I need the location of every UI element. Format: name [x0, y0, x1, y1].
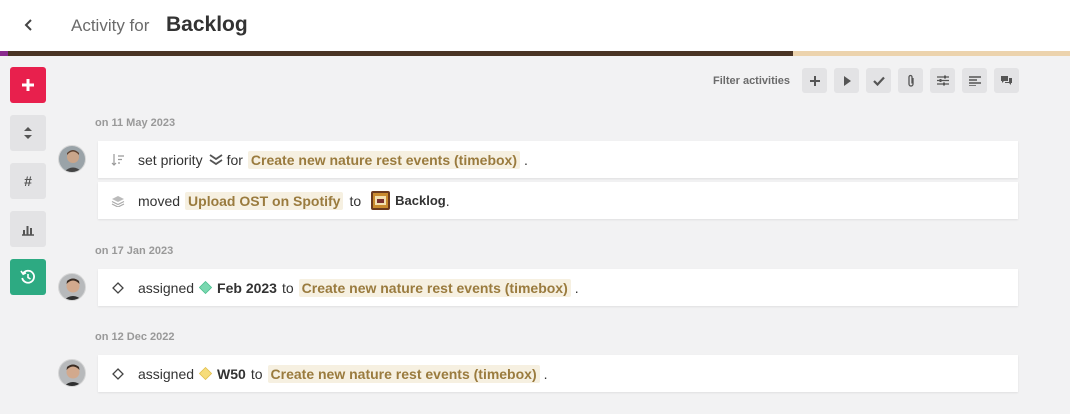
green-diamond-icon	[199, 281, 213, 294]
filter-description-button[interactable]	[962, 68, 987, 93]
history-icon	[20, 269, 35, 284]
activity-entry: assigned W50 to Create new nature rest e…	[98, 355, 1018, 392]
activity-entry: set priority for Create new nature rest …	[98, 141, 1018, 178]
activity-connector: to	[349, 192, 362, 209]
activity-action: moved	[138, 192, 181, 209]
diamond-icon	[112, 281, 124, 294]
sort-priority-icon	[111, 153, 124, 166]
activity-action: set priority	[138, 151, 203, 168]
card-link[interactable]: Upload OST on Spotify	[185, 191, 344, 210]
card-link[interactable]: Create new nature rest events (timebox)	[267, 364, 540, 383]
card-link[interactable]: Create new nature rest events (timebox)	[247, 150, 521, 169]
activity-entry: moved Upload OST on Spotify to Backlog .	[98, 182, 1018, 219]
card-link[interactable]: Create new nature rest events (timebox)	[298, 278, 571, 297]
milestone-link[interactable]: Feb 2023	[217, 280, 277, 296]
sliders-icon	[936, 75, 949, 86]
filter-properties-button[interactable]	[930, 68, 955, 93]
deck-image-icon	[371, 191, 391, 210]
milestone-link[interactable]: W50	[217, 366, 246, 382]
activity-entry: assigned Feb 2023 to Create new nature r…	[98, 269, 1018, 306]
user-avatar-icon	[59, 360, 85, 386]
activity-end: .	[543, 365, 548, 382]
filter-attachments-button[interactable]	[898, 68, 923, 93]
plus-icon	[22, 79, 34, 91]
activity-date: on 11 May 2023	[95, 117, 176, 129]
filter-activities-label: Filter activities	[713, 75, 791, 87]
diamond-icon	[112, 367, 124, 380]
comments-icon	[1001, 76, 1012, 85]
filter-done-button[interactable]	[866, 68, 891, 93]
filter-started-button[interactable]	[834, 68, 859, 93]
filter-created-button[interactable]	[802, 68, 827, 93]
deck-color-stripe	[0, 51, 1070, 56]
paperclip-icon	[907, 74, 914, 87]
activity-connector: to	[250, 365, 263, 382]
activity-connector: to	[281, 279, 294, 296]
user-avatar-icon	[59, 274, 85, 300]
sort-button[interactable]	[10, 115, 46, 151]
activity-end: .	[524, 151, 528, 168]
activity-action: assigned	[138, 279, 195, 296]
hash-icon: #	[24, 173, 32, 189]
play-icon	[843, 75, 851, 86]
activity-end: .	[574, 279, 579, 296]
activity-date: on 12 Dec 2022	[95, 331, 175, 343]
hash-button[interactable]: #	[10, 163, 46, 199]
align-left-icon	[968, 75, 981, 86]
yellow-diamond-icon	[199, 367, 213, 380]
deck-link[interactable]: Backlog	[395, 193, 446, 208]
stats-button[interactable]	[10, 211, 46, 247]
add-button[interactable]	[10, 67, 46, 103]
chevron-left-icon	[24, 19, 32, 31]
plus-icon	[809, 75, 820, 86]
avatar[interactable]	[58, 145, 86, 173]
page-header: Activity for Backlog	[0, 0, 1070, 51]
user-avatar-icon	[59, 146, 85, 172]
avatar[interactable]	[58, 273, 86, 301]
activity-action: assigned	[138, 365, 195, 382]
activity-end: .	[445, 192, 450, 209]
page-title: Backlog	[166, 13, 248, 36]
activity-connector: for	[226, 151, 243, 168]
chevrons-down-icon	[209, 153, 223, 165]
filter-comments-button[interactable]	[994, 68, 1019, 93]
bar-chart-icon	[22, 225, 34, 236]
history-button[interactable]	[10, 259, 46, 295]
layers-icon	[111, 195, 125, 207]
back-button[interactable]	[16, 12, 42, 38]
header-prefix: Activity for	[71, 16, 150, 35]
check-icon	[872, 76, 885, 86]
sort-icon	[24, 127, 32, 139]
activity-date: on 17 Jan 2023	[95, 245, 174, 257]
avatar[interactable]	[58, 359, 86, 387]
